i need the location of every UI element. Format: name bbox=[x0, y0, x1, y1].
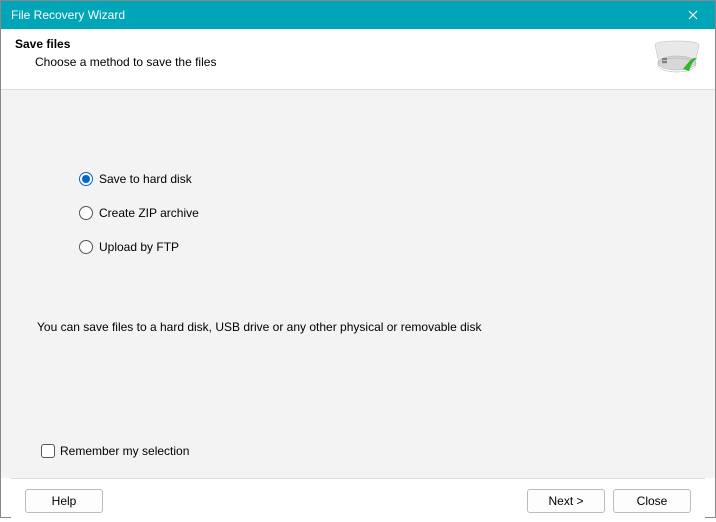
option-save-hard-disk[interactable]: Save to hard disk bbox=[79, 172, 687, 186]
radio-label: Create ZIP archive bbox=[99, 206, 199, 220]
checkbox-label: Remember my selection bbox=[60, 444, 189, 458]
next-button[interactable]: Next > bbox=[527, 489, 605, 513]
button-label: Help bbox=[52, 494, 77, 508]
window-close-button[interactable] bbox=[671, 1, 715, 29]
option-create-zip[interactable]: Create ZIP archive bbox=[79, 206, 687, 220]
page-subtitle: Choose a method to save the files bbox=[15, 55, 645, 69]
wizard-header: Save files Choose a method to save the f… bbox=[1, 29, 715, 90]
remember-selection-checkbox[interactable]: Remember my selection bbox=[41, 444, 189, 458]
radio-icon bbox=[79, 206, 93, 220]
radio-label: Save to hard disk bbox=[99, 172, 192, 186]
option-upload-ftp[interactable]: Upload by FTP bbox=[79, 240, 687, 254]
page-title: Save files bbox=[15, 37, 645, 51]
checkbox-icon bbox=[41, 444, 55, 458]
save-method-options: Save to hard disk Create ZIP archive Upl… bbox=[29, 90, 687, 254]
wizard-footer: Help Next > Close bbox=[11, 478, 705, 522]
titlebar: File Recovery Wizard bbox=[1, 1, 715, 29]
wizard-content: Save to hard disk Create ZIP archive Upl… bbox=[1, 90, 715, 478]
radio-label: Upload by FTP bbox=[99, 240, 179, 254]
button-label: Close bbox=[637, 494, 668, 508]
wizard-header-text: Save files Choose a method to save the f… bbox=[15, 37, 645, 69]
hard-disk-save-icon bbox=[653, 37, 701, 81]
help-button[interactable]: Help bbox=[25, 489, 103, 513]
radio-icon bbox=[79, 240, 93, 254]
close-button[interactable]: Close bbox=[613, 489, 691, 513]
button-label: Next > bbox=[548, 494, 583, 508]
radio-icon bbox=[79, 172, 93, 186]
window-title: File Recovery Wizard bbox=[11, 8, 671, 22]
option-hint-text: You can save files to a hard disk, USB d… bbox=[37, 320, 481, 334]
close-icon bbox=[688, 10, 698, 20]
